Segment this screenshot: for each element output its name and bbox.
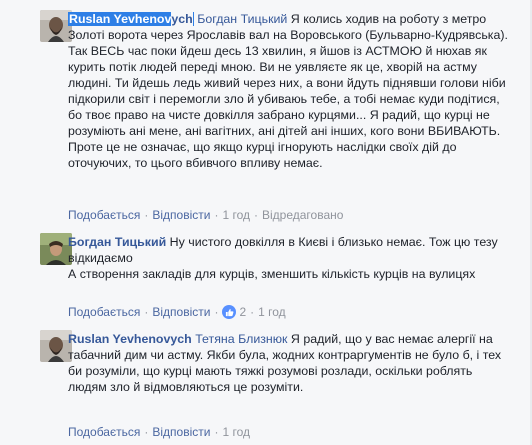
comment-actions: Подобається · Відповісти · 1 год · Відре…: [68, 208, 343, 222]
comment-body: Я колись ходив на роботу з метро Золоті …: [68, 12, 508, 170]
comment-text: Ruslan Yevhenovych Тетяна Близнюк Я ради…: [68, 331, 514, 395]
reply-link[interactable]: Відповісти: [152, 305, 210, 319]
separator: ·: [250, 305, 255, 319]
separator: ·: [144, 208, 149, 222]
reaction-count[interactable]: 2: [239, 305, 246, 319]
comment-author[interactable]: Ruslan Yevhenovych: [68, 332, 192, 346]
comment-actions: Подобається · Відповісти · 2 · 1 год: [68, 305, 286, 319]
like-link[interactable]: Подобається: [68, 305, 140, 319]
mention-link[interactable]: Тетяна Близнюк: [195, 332, 287, 346]
like-link[interactable]: Подобається: [68, 208, 140, 222]
like-reaction-icon[interactable]: [222, 305, 237, 319]
timestamp[interactable]: 1 год: [222, 425, 250, 439]
edited-label[interactable]: Відредаговано: [262, 208, 343, 222]
comment-body-line: А створення закладів для курців, зменшит…: [68, 267, 476, 281]
reply-link[interactable]: Відповісти: [152, 208, 210, 222]
separator: ·: [214, 305, 219, 319]
reply-link[interactable]: Відповісти: [152, 425, 210, 439]
comment-text: Богдан Тицький Ну чистого довкілля в Киє…: [68, 234, 514, 282]
comment-actions: Подобається · Відповісти · 1 год: [68, 425, 250, 439]
comment-text: Ruslan Yevhenovych Богдан Тицький Я коли…: [68, 11, 514, 171]
comment-author[interactable]: Богдан Тицький: [68, 235, 166, 249]
timestamp[interactable]: 1 год: [222, 208, 250, 222]
separator: ·: [214, 425, 219, 439]
mention-link[interactable]: Богдан Тицький: [197, 12, 287, 26]
separator: ·: [254, 208, 258, 222]
like-link[interactable]: Подобається: [68, 425, 140, 439]
comment-author[interactable]: Ruslan Yevhenovych: [68, 12, 194, 26]
separator: ·: [214, 208, 219, 222]
separator: ·: [144, 305, 149, 319]
separator: ·: [144, 425, 149, 439]
timestamp[interactable]: 1 год: [258, 305, 286, 319]
